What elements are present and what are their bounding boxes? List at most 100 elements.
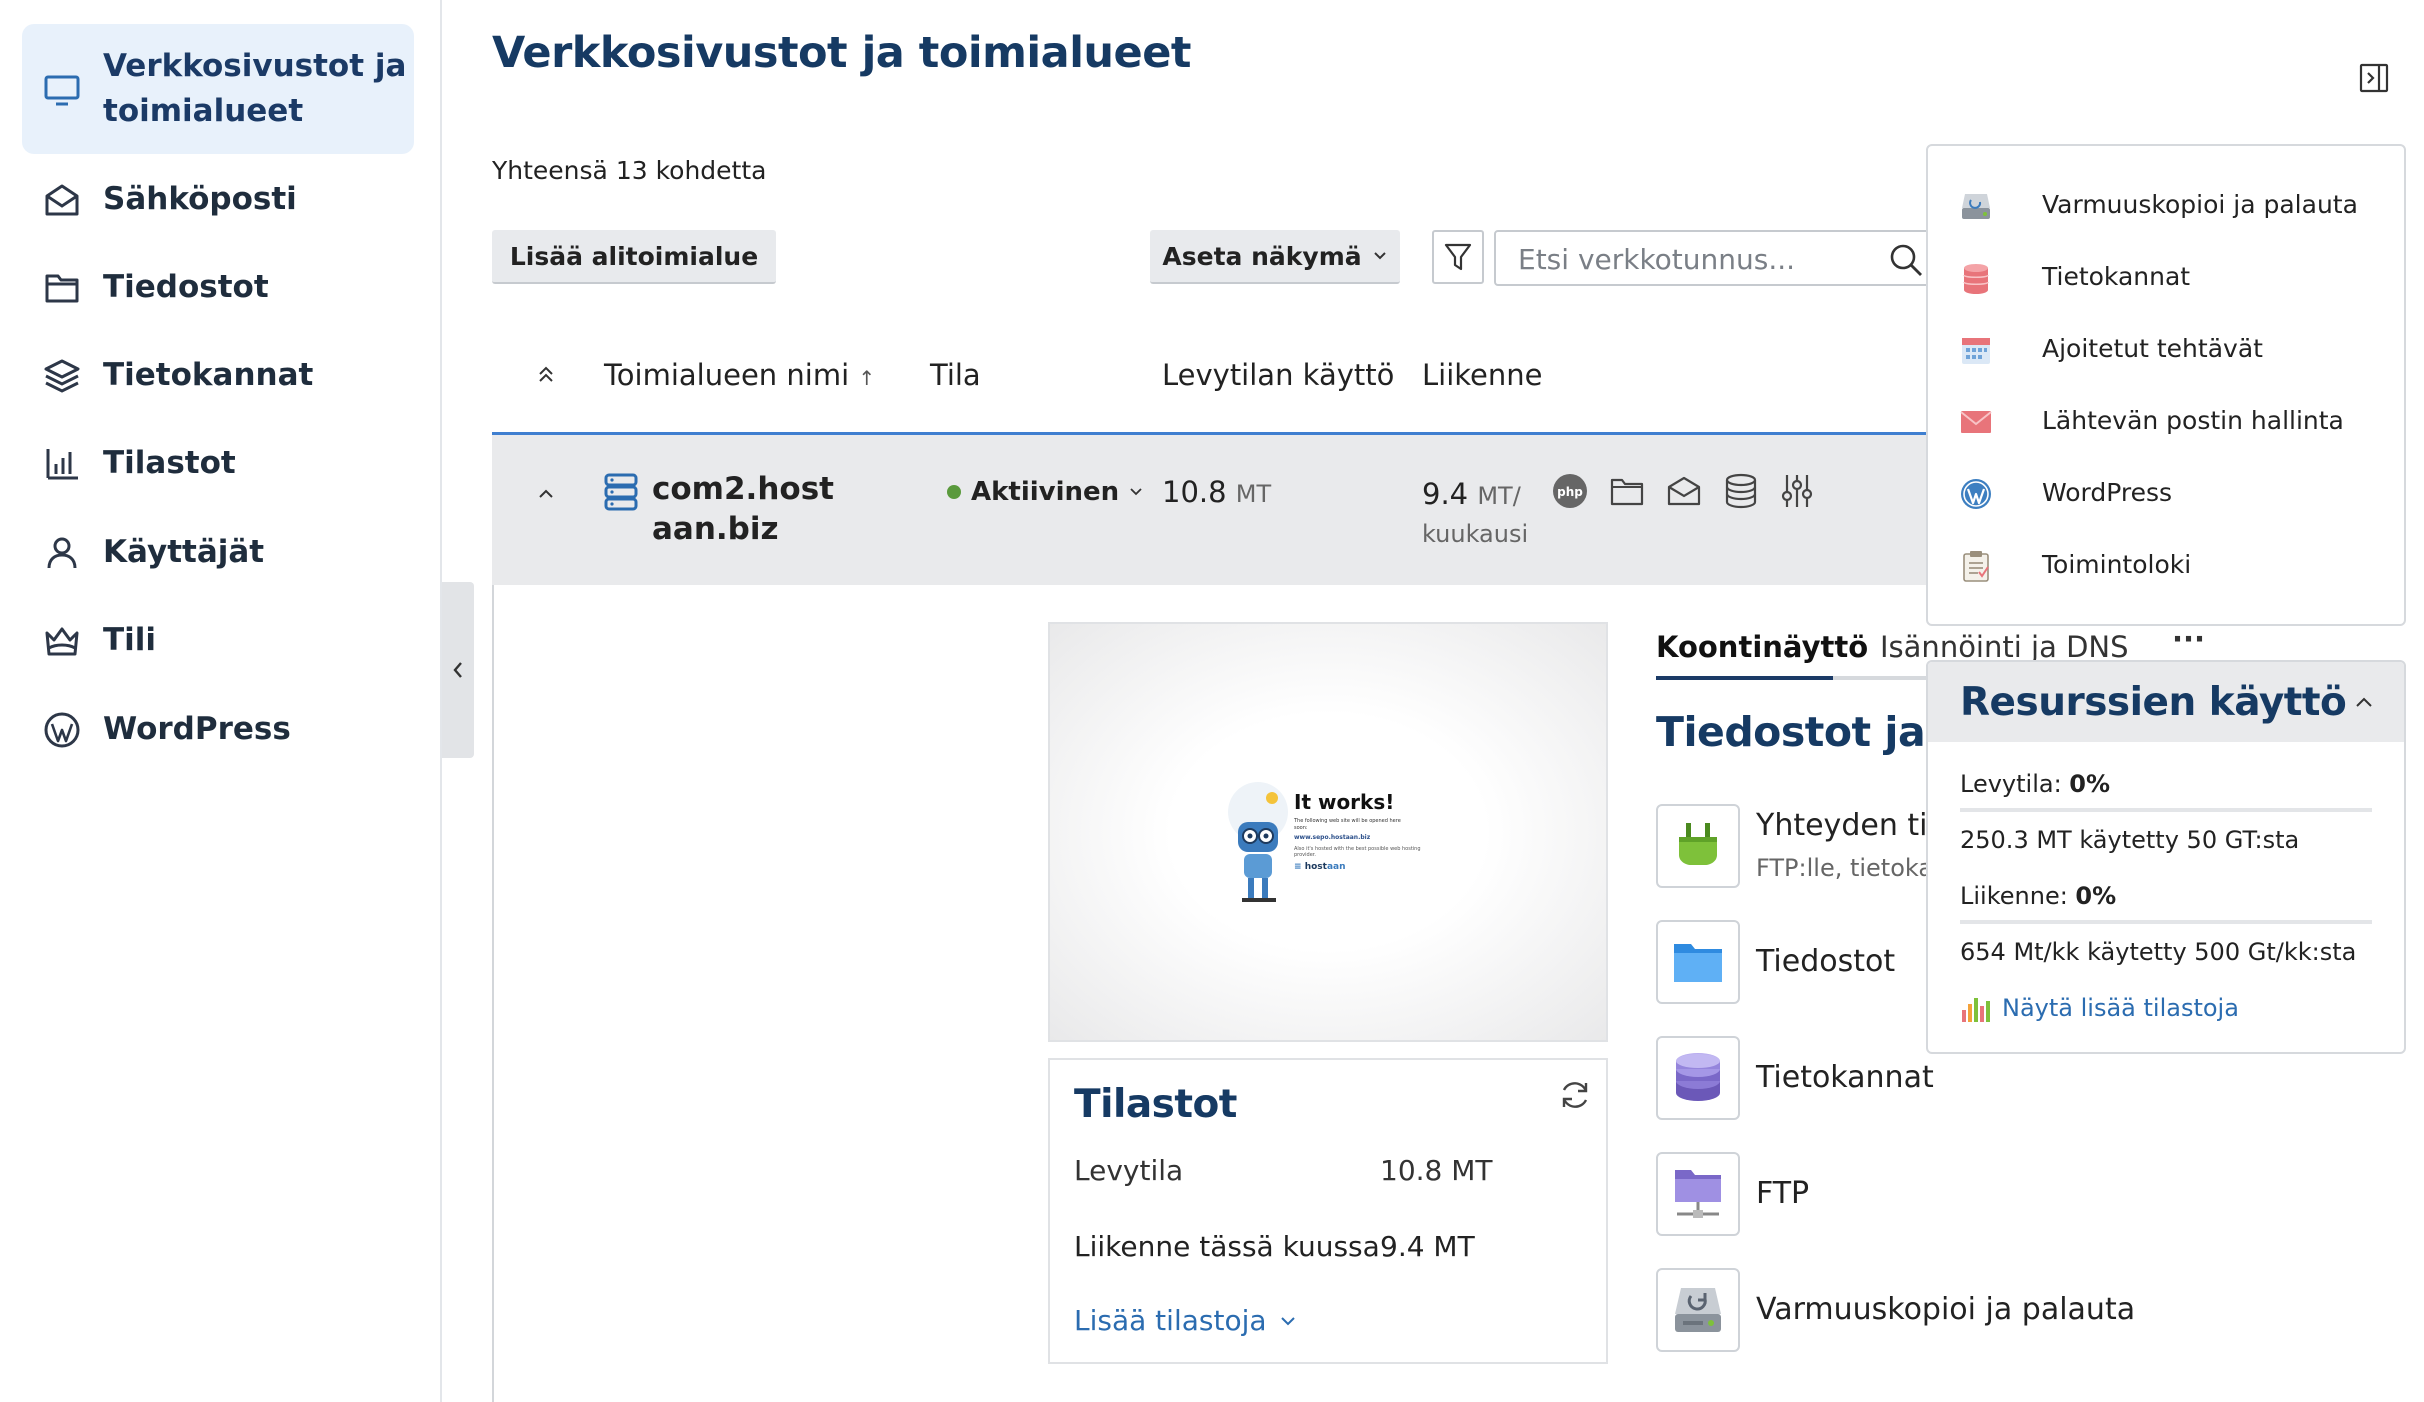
quick-link-activity-log[interactable]: Toimintoloki (1960, 546, 2390, 586)
envelope-icon (45, 184, 79, 216)
monitor-icon (44, 75, 80, 106)
quick-link-outgoing-mail[interactable]: Lähtevän postin hallinta (1960, 402, 2390, 442)
preview-url: www.sepo.hostaan.biz (1294, 834, 1371, 841)
preview-line: provider. (1294, 852, 1316, 858)
clipboard-icon (1963, 551, 1989, 582)
page-title: Verkkosivustot ja toimialueet (492, 28, 1191, 78)
sidebar-item-label: Tilastot (103, 445, 236, 481)
filter-button[interactable] (1432, 230, 1484, 284)
set-view-button[interactable]: Aseta näkymä (1150, 230, 1400, 284)
ftp-label: FTP (1756, 1176, 1810, 1211)
folder-icon (45, 274, 79, 303)
show-more-stats-label: Näytä lisää tilastoja (2002, 994, 2239, 1022)
sidebar-item-email[interactable]: Sähköposti (22, 176, 414, 224)
quick-link-scheduled-tasks[interactable]: Ajoitetut tehtävät (1960, 330, 2390, 370)
ftp-item[interactable]: FTP (1656, 1152, 2256, 1236)
stats-disk-value: 10.8 MT (1380, 1154, 1493, 1187)
database-icon (1676, 1053, 1720, 1101)
show-more-stats-link[interactable]: Näytä lisää tilastoja (1960, 992, 2239, 1024)
disk-usage-bar (1960, 808, 2372, 812)
envelope-icon[interactable] (1666, 475, 1702, 507)
ftp-folder-icon (1675, 1170, 1721, 1218)
database-icon[interactable] (1724, 473, 1758, 509)
panel-toggle-icon[interactable] (2358, 62, 2390, 94)
domain-name-link[interactable]: com2.host aan.biz (652, 469, 834, 549)
folder-icon[interactable] (1610, 475, 1644, 507)
preview-brand: ≡ hostaan (1294, 862, 1346, 872)
collapse-all-icon[interactable] (534, 362, 558, 386)
sidebar-item-label: Käyttäjät (103, 534, 265, 570)
set-view-label: Aseta näkymä (1162, 241, 1362, 271)
ftp-folder-icon-box (1656, 1152, 1740, 1236)
more-stats-label: Lisää tilastoja (1074, 1304, 1267, 1337)
sidebar-item-label: Tiedostot (103, 269, 269, 305)
table-header: Toimialueen nimi ↑ Tila Levytilan käyttö… (492, 330, 1938, 420)
status-dot (947, 485, 961, 499)
column-header-traffic[interactable]: Liikenne (1422, 358, 1542, 392)
status-dropdown[interactable]: Aktiivinen (947, 477, 1143, 507)
php-icon[interactable]: php (1552, 473, 1588, 509)
stats-traffic-value: 9.4 MT (1380, 1230, 1475, 1263)
refresh-icon[interactable] (1558, 1078, 1592, 1112)
add-subdomain-button[interactable]: Lisää alitoimialue (492, 230, 776, 284)
quick-link-label: Toimintoloki (2042, 550, 2192, 579)
sidebar-item-wordpress[interactable]: WordPress (22, 706, 414, 754)
resource-usage-panel: Resurssien käyttö Levytila: 0% 250.3 MT … (1926, 660, 2406, 1054)
backup-item[interactable]: Varmuuskopioi ja palauta (1656, 1268, 2256, 1352)
quick-link-backup[interactable]: Varmuuskopioi ja palauta (1960, 186, 2390, 226)
traffic-number: 9.4 (1422, 477, 1469, 511)
robot-mascot-icon (1228, 782, 1288, 902)
quick-link-label: Ajoitetut tehtävät (2042, 334, 2263, 363)
disk-usage-percent: 0% (2069, 770, 2111, 798)
sort-ascending-icon: ↑ (858, 366, 876, 390)
total-count: Yhteensä 13 kohdetta (492, 156, 767, 185)
plug-icon (1679, 823, 1717, 865)
sidebar-item-users[interactable]: Käyttäjät (22, 529, 414, 577)
main-content: Verkkosivustot ja toimialueet Yhteensä 1… (444, 0, 2424, 1402)
sidebar-item-label: Tili (103, 622, 157, 658)
resource-usage-header[interactable]: Resurssien käyttö (1928, 662, 2404, 742)
traffic-period: kuukausi (1422, 520, 1529, 548)
tab-dashboard[interactable]: Koontinäyttö (1656, 630, 1868, 664)
traffic-value: 9.4 MT/ kuukausi (1422, 475, 1528, 553)
search-icon[interactable] (1888, 242, 1924, 278)
svg-text:php: php (1557, 485, 1583, 499)
more-stats-link[interactable]: Lisää tilastoja (1074, 1304, 1297, 1337)
disk-usage-label: Levytila: (1960, 770, 2070, 798)
settings-sliders-icon[interactable] (1780, 473, 1814, 509)
stats-disk-label: Levytila (1074, 1154, 1184, 1187)
chevron-up-icon[interactable] (534, 483, 558, 503)
search-input[interactable] (1518, 240, 1858, 278)
column-header-name[interactable]: Toimialueen nimi ↑ (604, 358, 875, 392)
column-header-status[interactable]: Tila (930, 358, 981, 392)
server-icon (604, 473, 638, 511)
sidebar-item-websites[interactable]: Verkkosivustot ja toimialueet (22, 24, 414, 154)
backup-label: Varmuuskopioi ja palauta (1756, 1292, 2136, 1327)
stats-traffic-label: Liikenne tässä kuussa (1074, 1230, 1380, 1263)
files-label: Tiedostot (1756, 944, 1896, 979)
sidebar-item-statistics[interactable]: Tilastot (22, 440, 414, 488)
tab-more[interactable]: ··· (2172, 622, 2205, 656)
databases-label: Tietokannat (1756, 1060, 1934, 1095)
quick-link-wordpress[interactable]: WordPress (1960, 474, 2390, 514)
blue-folder-icon (1674, 944, 1722, 982)
column-header-disk[interactable]: Levytilan käyttö (1162, 358, 1394, 392)
stats-title: Tilastot (1074, 1082, 1237, 1127)
quick-link-databases[interactable]: Tietokannat (1960, 258, 2390, 298)
disk-usage-unit: MT (1235, 480, 1272, 508)
chevron-down-icon (1280, 1316, 1295, 1325)
quick-link-label: WordPress (2042, 478, 2173, 507)
sidebar-item-databases[interactable]: Tietokannat (22, 352, 414, 400)
website-preview[interactable]: It works! The following web site will be… (1048, 622, 1608, 1042)
sidebar-item-files[interactable]: Tiedostot (22, 264, 414, 312)
table-row[interactable]: com2.host aan.biz Aktiivinen 10.8 MT 9.4… (492, 435, 1938, 585)
column-header-name-label: Toimialueen nimi (604, 358, 850, 392)
traffic-usage-detail: 654 Mt/kk käytetty 500 Gt/kk:sta (1960, 938, 2357, 966)
chevron-up-icon[interactable] (2352, 692, 2376, 712)
user-icon (47, 537, 77, 569)
crown-icon (45, 627, 79, 656)
sidebar-item-account[interactable]: Tili (22, 617, 414, 665)
mail-icon (1960, 411, 1992, 433)
tab-hosting-dns[interactable]: Isännöinti ja DNS (1880, 630, 2129, 664)
sidebar-item-label: Tietokannat (103, 357, 314, 393)
